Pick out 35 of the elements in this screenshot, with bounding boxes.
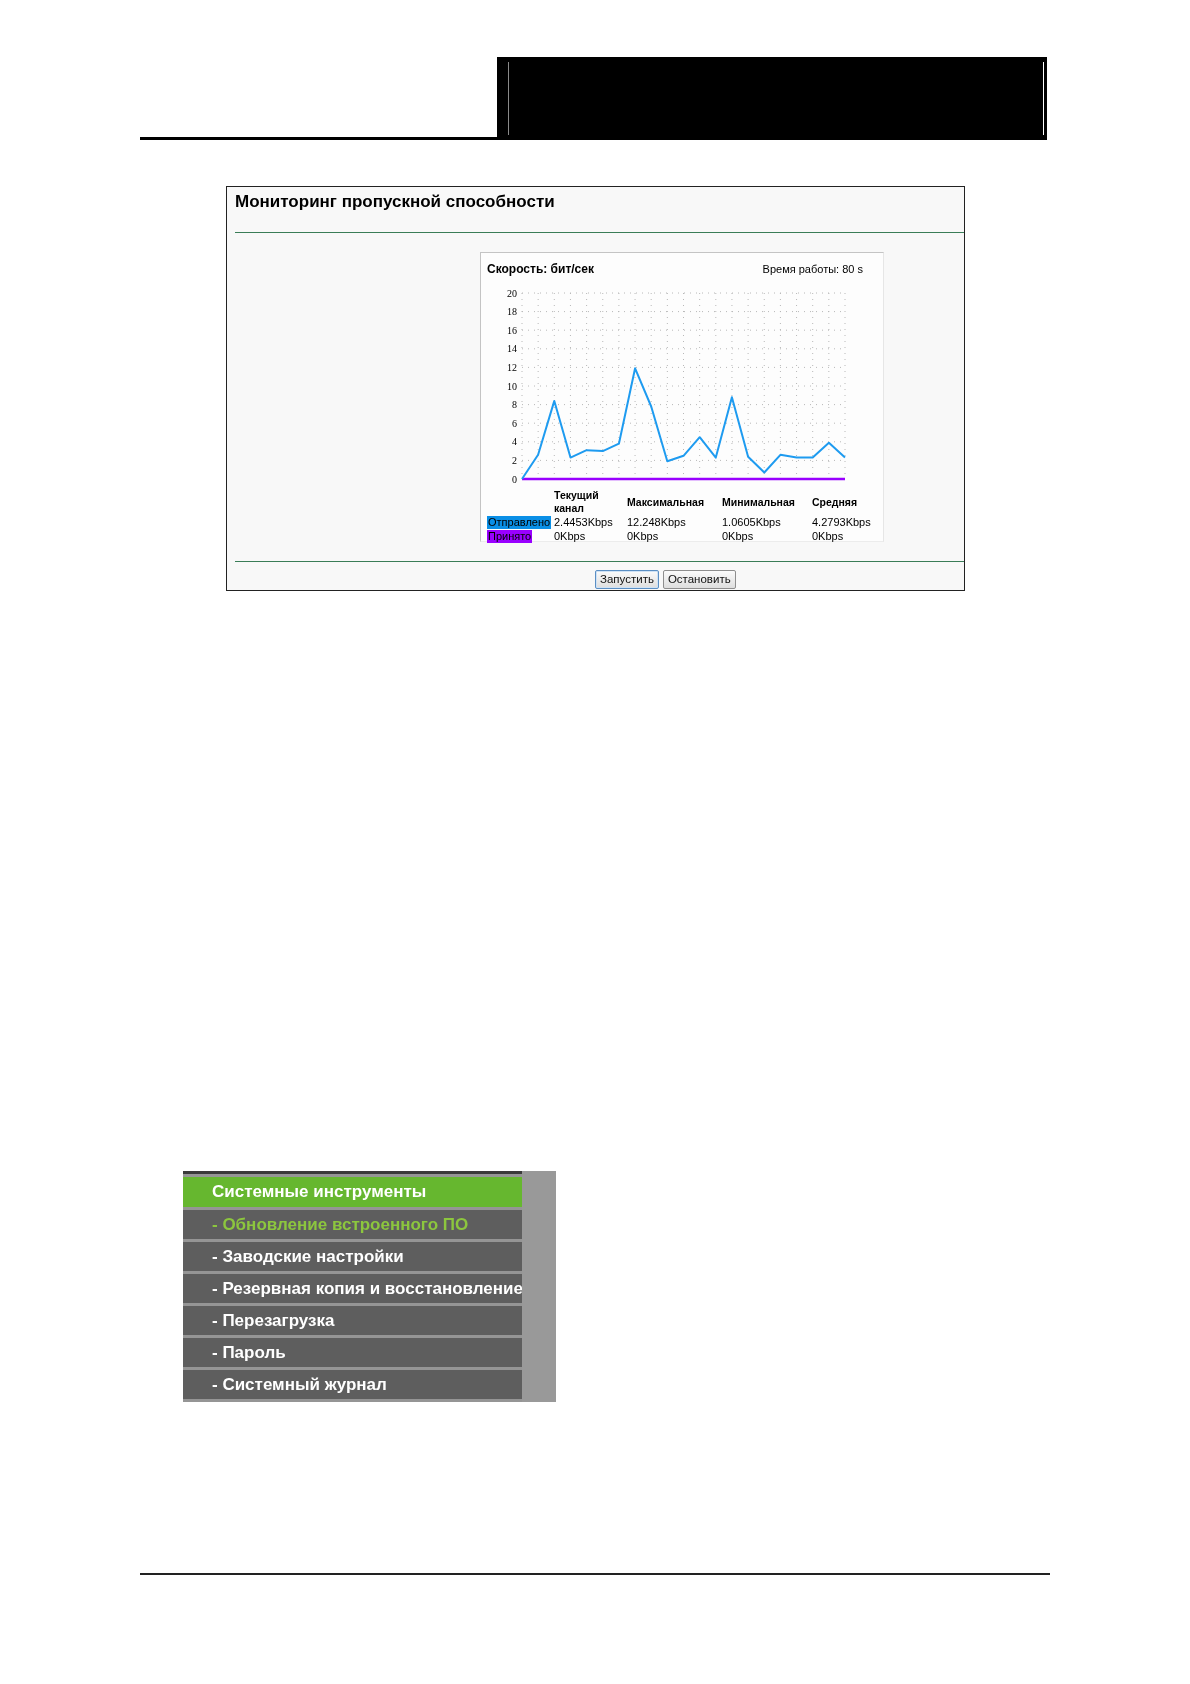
stat-value: 2.4453Kbps — [554, 516, 613, 528]
y-axis-label: 20 — [507, 287, 517, 299]
action-button[interactable]: Остановить — [662, 570, 736, 589]
y-axis-label: 12 — [507, 361, 517, 373]
stat-value: 0Kbps — [722, 530, 754, 542]
y-axis-label: 8 — [512, 399, 517, 411]
series-label: Отправлено — [487, 516, 552, 529]
column-header: Максимальная — [627, 495, 705, 509]
y-axis-label: 10 — [507, 380, 517, 392]
series-label: Принято — [487, 530, 533, 543]
stat-value: 0Kbps — [812, 530, 844, 542]
stat-value: 0Kbps — [627, 530, 659, 542]
y-axis-label: 0 — [512, 473, 517, 485]
column-header: Текущий канал — [554, 489, 600, 515]
panel-title: Мониторинг пропускной способности — [235, 192, 555, 212]
menu-item[interactable]: - Пароль — [183, 1338, 522, 1367]
action-button[interactable]: Запустить — [595, 570, 659, 589]
y-axis-label: 4 — [512, 436, 517, 448]
menu-item[interactable]: - Перезагрузка — [183, 1306, 522, 1335]
chart-title: Скорость: бит/сек — [487, 261, 594, 278]
stat-value: 4.2793Kbps — [812, 516, 871, 528]
y-axis-label: 2 — [512, 454, 517, 466]
column-header: Средняя — [812, 495, 858, 509]
column-header: Минимальная — [722, 495, 795, 509]
stat-value: 12.248Kbps — [627, 516, 686, 528]
y-axis-label: 6 — [512, 417, 517, 429]
menu-item[interactable]: - Резервная копия и восстановление — [183, 1274, 522, 1303]
y-axis-label: 16 — [507, 324, 517, 336]
stat-value: 0Kbps — [554, 530, 586, 542]
menu-item[interactable]: - Заводские настройки — [183, 1242, 522, 1271]
stat-value: 1.0605Kbps — [722, 516, 781, 528]
y-axis-label: 18 — [507, 306, 517, 318]
menu-item[interactable]: - Системный журнал — [183, 1370, 522, 1399]
y-axis-label: 14 — [507, 343, 517, 355]
uptime-text: Время работы: 80 s — [762, 261, 863, 277]
